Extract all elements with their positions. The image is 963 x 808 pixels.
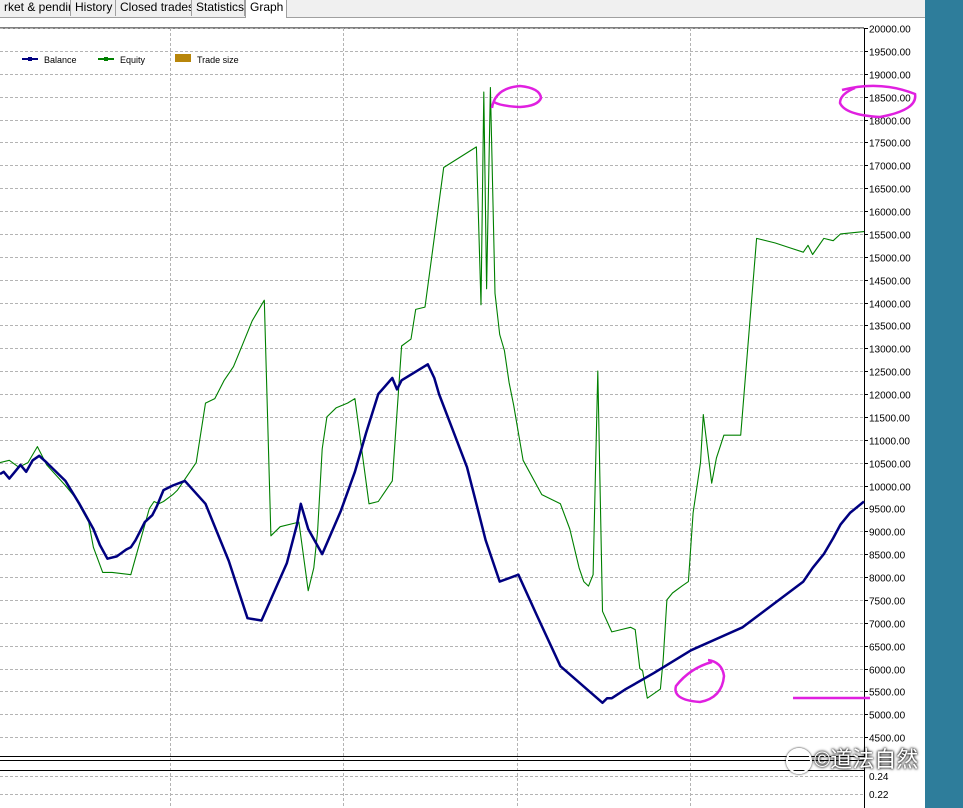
y-tick-label: 4500.00 [869,734,906,745]
y-tick-label: 15500.00 [869,231,911,242]
y-tick-label: 7500.00 [869,597,906,608]
legend-marker-balance [28,57,32,61]
y-tick-label: 12000.00 [869,391,911,402]
watermark-text: ©道法自然 [814,747,919,772]
legend: Balance Equity Trade size [22,54,239,65]
y-tick-label: 10500.00 [869,460,911,471]
legend-swatch-trade-size [175,54,191,62]
y-tick-label: 13000.00 [869,345,911,356]
right-side-panel [925,0,963,808]
legend-label-balance: Balance [44,55,77,65]
legend-label-trade-size: Trade size [197,55,239,65]
y-tick-label: 19500.00 [869,48,911,59]
tab-history[interactable]: History [71,0,116,16]
y-tick-label: 5500.00 [869,688,906,699]
y-tick-label: 7000.00 [869,620,906,631]
y-tick-label: 15000.00 [869,254,911,265]
y-tick-label: 17500.00 [869,139,911,150]
y-tick-label: 12500.00 [869,368,911,379]
tab-market-pending[interactable]: rket & pending [0,0,71,16]
tab-graph[interactable]: Graph [245,0,287,18]
chart-background [0,18,925,808]
y-tick-label: 14500.00 [869,277,911,288]
tab-bar: rket & pending History Closed trades Sta… [0,0,925,18]
y-tick-label: 8000.00 [869,574,906,585]
subpanel-tick-label: 0.22 [869,790,889,801]
legend-marker-equity [104,57,108,61]
y-tick-label: 18000.00 [869,117,911,128]
tab-statistics[interactable]: Statistics [192,0,245,16]
y-tick-label: 17000.00 [869,162,911,173]
equity-balance-chart: 20000.00 19500.00 19000.00 18500.00 18000.00… [0,18,925,808]
legend-label-equity: Equity [120,55,146,65]
watermark-logo-icon [786,748,812,775]
y-tick-label: 13500.00 [869,322,911,333]
watermark: ©道法自然 [786,744,918,776]
y-tick-label: 14000.00 [869,300,911,311]
y-tick-label: 6500.00 [869,643,906,654]
tab-closed-trades[interactable]: Closed trades [116,0,192,16]
y-tick-label: 11500.00 [869,414,910,425]
y-tick-label: 18500.00 [869,94,911,105]
y-tick-label: 11000.00 [869,437,910,448]
y-tick-label: 20000.00 [869,25,911,36]
y-tick-label: 8500.00 [869,551,906,562]
y-tick-label: 19000.00 [869,71,911,82]
y-tick-label: 9500.00 [869,505,906,516]
y-tick-label: 6000.00 [869,666,906,677]
y-tick-label: 16500.00 [869,185,911,196]
y-tick-label: 5000.00 [869,711,906,722]
y-tick-label: 9000.00 [869,528,906,539]
y-tick-label: 10000.00 [869,483,911,494]
y-tick-label: 16000.00 [869,208,911,219]
